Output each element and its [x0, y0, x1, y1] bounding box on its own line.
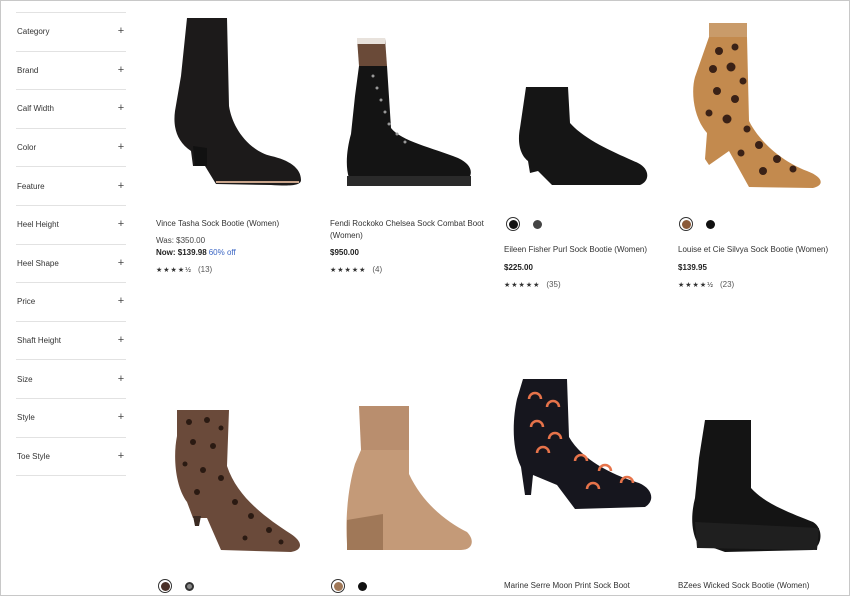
color-swatches: [331, 579, 369, 593]
plus-icon: +: [117, 334, 125, 347]
filter-label: Shaft Height: [17, 336, 62, 346]
product-name-line: (Women): [330, 231, 363, 240]
filter-label: Size: [17, 374, 33, 384]
filter-label: Price: [17, 297, 36, 307]
review-count[interactable]: (4): [372, 265, 382, 274]
product-name[interactable]: Marine Serre Moon Print Sock Boot: [504, 580, 674, 592]
product-image-leopard-bootie[interactable]: [171, 406, 306, 554]
product-image-moon-print[interactable]: [509, 377, 654, 522]
filter-toe-style[interactable]: Toe Style +: [16, 438, 126, 477]
filter-size[interactable]: Size +: [16, 360, 126, 399]
filter-heel-shape[interactable]: Heel Shape +: [16, 245, 126, 284]
filter-label: Category: [17, 27, 50, 37]
now-price-value: Now: $139.98: [156, 248, 207, 257]
plus-icon: +: [117, 63, 125, 76]
filter-label: Toe Style: [17, 451, 50, 461]
product-name-line: Fendi Rockoko Chelsea Sock Combat Boot: [330, 219, 484, 228]
color-swatches: [506, 217, 544, 231]
filter-label: Heel Height: [17, 220, 59, 230]
product-image-tan-wedge[interactable]: [343, 404, 475, 554]
product-name[interactable]: Vince Tasha Sock Bootie (Women): [156, 218, 326, 230]
review-count[interactable]: (13): [198, 265, 212, 274]
price: $225.00: [504, 263, 533, 272]
swatch-pattern[interactable]: [182, 579, 196, 593]
product-name[interactable]: Eileen Fisher Purl Sock Bootie (Women): [504, 244, 674, 256]
filter-category[interactable]: Category +: [16, 13, 126, 52]
swatch-black[interactable]: [506, 217, 520, 231]
filter-calf-width[interactable]: Calf Width +: [16, 90, 126, 129]
filter-label: Feature: [17, 181, 45, 191]
plus-icon: +: [117, 449, 125, 462]
plus-icon: +: [117, 102, 125, 115]
price: $950.00: [330, 248, 359, 257]
product-image-eileen-fisher[interactable]: [516, 83, 651, 188]
filter-label: Calf Width: [17, 104, 54, 114]
filter-label: Color: [17, 143, 37, 153]
product-image-vince-tasha[interactable]: [171, 16, 306, 188]
stars-icon: ★★★★★: [330, 266, 367, 274]
filter-brand[interactable]: Brand +: [16, 52, 126, 91]
rating: ★★★★½ (23): [678, 280, 734, 289]
rating: ★★★★★ (4): [330, 265, 382, 274]
rating: ★★★★½ (13): [156, 265, 212, 274]
discount-badge: 60% off: [208, 248, 236, 257]
filter-label: Heel Shape: [17, 258, 59, 268]
swatch-black[interactable]: [703, 217, 717, 231]
filter-color[interactable]: Color +: [16, 129, 126, 168]
now-price: Now: $139.98 60% off: [156, 248, 236, 257]
review-count[interactable]: (23): [720, 280, 734, 289]
product-name[interactable]: BZees Wicked Sock Bootie (Women): [678, 580, 848, 592]
product-image-louise-et-cie[interactable]: [689, 21, 829, 189]
rating: ★★★★★ (35): [504, 280, 561, 289]
filter-heel-height[interactable]: Heel Height +: [16, 206, 126, 245]
swatch-grey[interactable]: [530, 217, 544, 231]
stars-icon: ★★★★★: [504, 281, 541, 289]
filter-price[interactable]: Price +: [16, 283, 126, 322]
filter-feature[interactable]: Feature +: [16, 167, 126, 206]
filter-sidebar: Category + Brand + Calf Width + Color + Feat…: [16, 12, 126, 477]
color-swatches: [158, 579, 196, 593]
plus-icon: +: [117, 141, 125, 154]
plus-icon: +: [117, 256, 125, 269]
product-image-bzees-wicked[interactable]: [689, 418, 824, 556]
plus-icon: +: [117, 218, 125, 231]
swatch-tan[interactable]: [331, 579, 345, 593]
plus-icon: +: [117, 295, 125, 308]
plus-icon: +: [117, 372, 125, 385]
stars-icon: ★★★★½: [678, 281, 714, 289]
filter-style[interactable]: Style +: [16, 399, 126, 438]
stars-icon: ★★★★½: [156, 266, 192, 274]
product-name[interactable]: Louise et Cie Silvya Sock Bootie (Women): [678, 244, 848, 256]
product-grid: Vince Tasha Sock Bootie (Women) Was: $35…: [151, 1, 841, 596]
swatch-leopard[interactable]: [158, 579, 172, 593]
plus-icon: +: [117, 25, 125, 38]
filter-label: Style: [17, 413, 35, 423]
plus-icon: +: [117, 179, 125, 192]
was-price: Was: $350.00: [156, 236, 206, 245]
swatch-leopard[interactable]: [679, 217, 693, 231]
plus-icon: +: [117, 411, 125, 424]
product-image-fendi-rockoko[interactable]: [343, 36, 473, 188]
swatch-black[interactable]: [355, 579, 369, 593]
product-name[interactable]: Fendi Rockoko Chelsea Sock Combat Boot (W…: [330, 218, 500, 242]
price: $139.95: [678, 263, 707, 272]
filter-label: Brand: [17, 65, 39, 75]
review-count[interactable]: (35): [546, 280, 560, 289]
filter-shaft-height[interactable]: Shaft Height +: [16, 322, 126, 361]
color-swatches: [679, 217, 717, 231]
